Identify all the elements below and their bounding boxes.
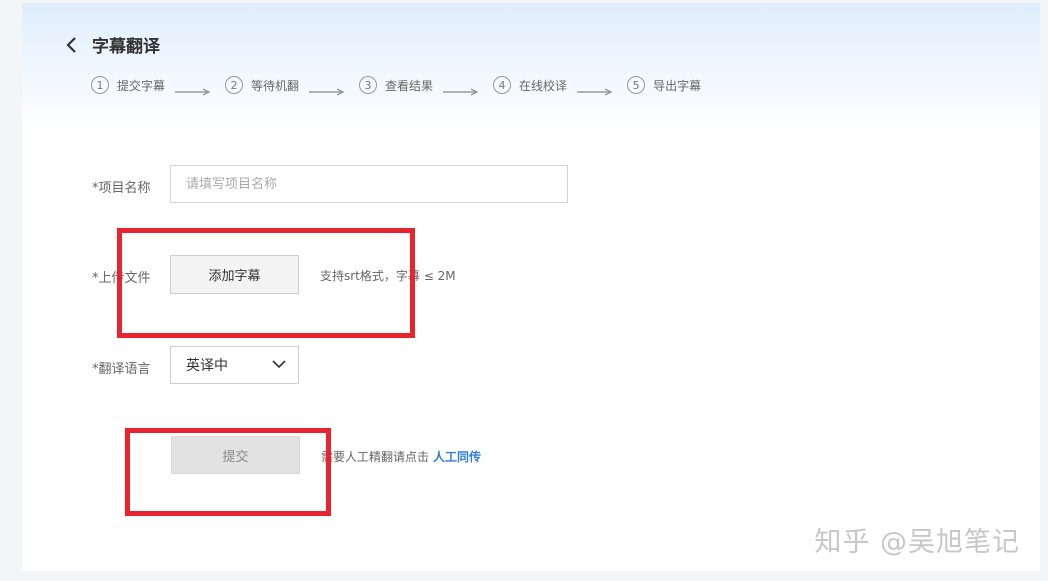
step-number: 1 <box>91 76 109 94</box>
step-number: 4 <box>493 76 512 94</box>
language-selected-value: 英译中 <box>186 358 228 374</box>
project-name-input[interactable] <box>170 165 568 203</box>
annotation-highlight-box <box>125 428 331 516</box>
annotation-highlight-box <box>117 228 415 338</box>
language-select[interactable]: 英译中 <box>170 346 299 384</box>
project-name-label: *项目名称 <box>92 181 151 196</box>
chevron-left-icon[interactable] <box>62 34 84 56</box>
step-4: 4 在线校译 <box>493 76 627 96</box>
arrow-right-icon <box>175 81 211 96</box>
language-label: *翻译语言 <box>92 362 151 377</box>
step-label: 查看结果 <box>385 78 434 93</box>
step-1: 1 提交字幕 <box>91 76 225 96</box>
page-title: 字幕翻译 <box>92 37 160 57</box>
step-label: 导出字幕 <box>653 78 702 93</box>
step-number: 5 <box>627 76 646 94</box>
human-translation-link[interactable]: 人工同传 <box>433 450 481 464</box>
page-header: 字幕翻译 <box>62 32 160 57</box>
step-2: 2 等待机翻 <box>225 76 359 96</box>
arrow-right-icon <box>577 81 613 96</box>
human-translation-hint: 需要人工精翻请点击 人工同传 <box>321 448 481 465</box>
chevron-down-icon <box>272 357 286 373</box>
step-label: 等待机翻 <box>251 78 300 93</box>
step-label: 提交字幕 <box>117 78 166 93</box>
watermark: 知乎 @吴旭笔记 <box>814 527 1020 558</box>
step-number: 3 <box>359 76 378 94</box>
arrow-right-icon <box>443 81 479 96</box>
step-5: 5 导出字幕 <box>627 76 701 94</box>
step-number: 2 <box>225 76 244 94</box>
step-indicator: 1 提交字幕 2 等待机翻 3 查看结果 4 在线校译 5 导出字幕 <box>91 76 701 96</box>
step-label: 在线校译 <box>519 78 568 93</box>
arrow-right-icon <box>309 81 345 96</box>
step-3: 3 查看结果 <box>359 76 493 96</box>
human-translation-hint-text: 需要人工精翻请点击 <box>321 450 430 464</box>
